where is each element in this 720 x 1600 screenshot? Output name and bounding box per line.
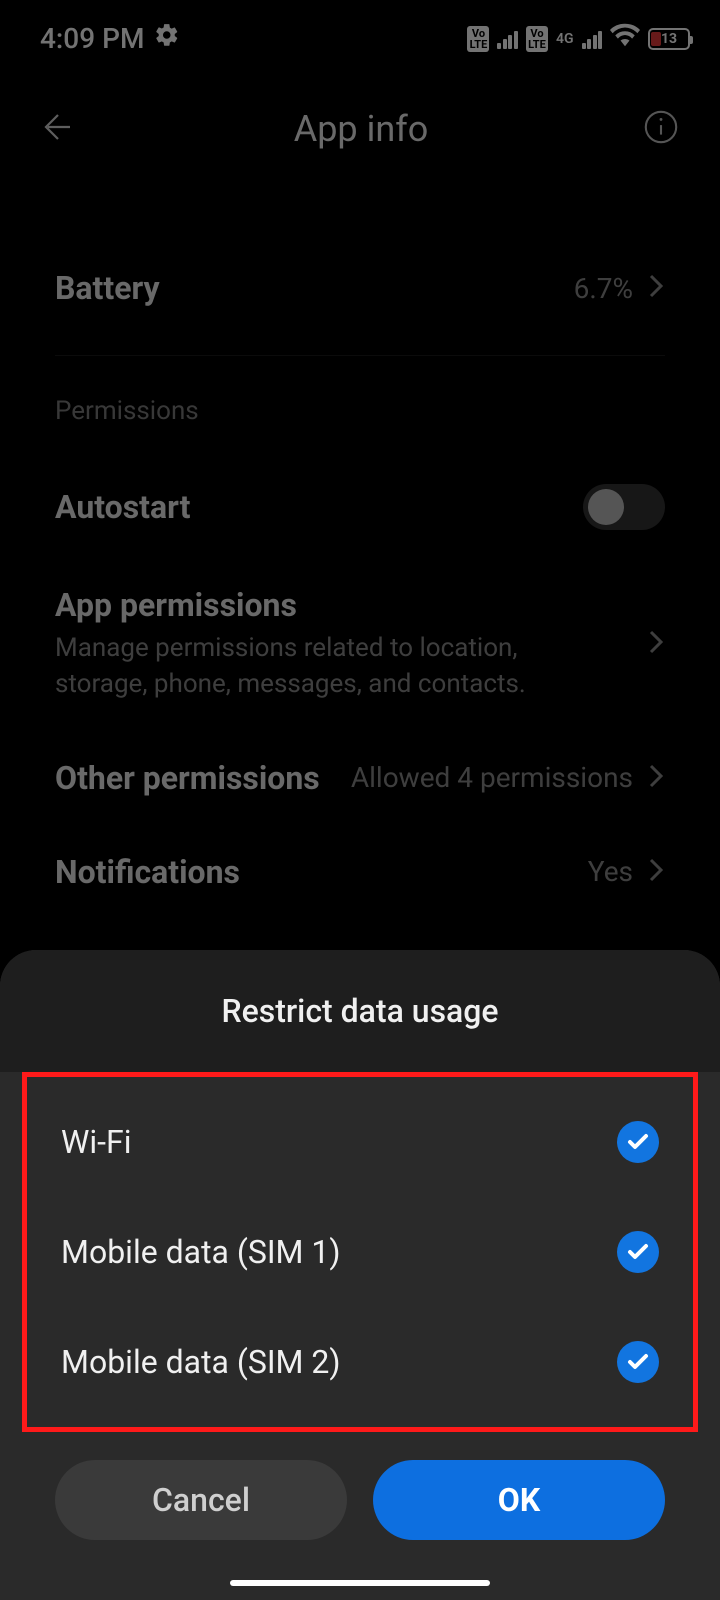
checkmark-icon <box>617 1341 659 1383</box>
autostart-toggle[interactable] <box>583 484 665 530</box>
restrict-data-dialog: Restrict data usage Wi-Fi Mobile data (S… <box>0 950 720 1600</box>
row-other-permissions-title: Other permissions <box>55 759 320 797</box>
chevron-right-icon <box>633 272 665 304</box>
volte-badge-2: VoLTE <box>526 26 548 52</box>
divider <box>55 355 665 356</box>
row-other-permissions[interactable]: Other permissions Allowed 4 permissions <box>55 731 665 825</box>
row-battery[interactable]: Battery 6.7% <box>55 241 665 335</box>
volte-badge-1: VoLTE <box>467 26 489 52</box>
chevron-right-icon <box>633 762 665 794</box>
settings-list: Battery 6.7% Permissions Autostart App p… <box>0 181 720 1051</box>
battery-icon: 13 <box>648 28 690 50</box>
row-app-permissions-title: App permissions <box>55 586 613 624</box>
option-wifi[interactable]: Wi-Fi <box>27 1087 693 1197</box>
wifi-icon <box>610 20 640 57</box>
gear-icon <box>154 22 180 55</box>
row-notifications-value: Yes <box>588 855 633 888</box>
row-app-permissions[interactable]: App permissions Manage permissions relat… <box>55 558 665 731</box>
dialog-buttons: Cancel OK <box>0 1432 720 1540</box>
row-notifications-title: Notifications <box>55 853 240 891</box>
status-right: VoLTE VoLTE 4G 13 <box>467 20 690 57</box>
chevron-right-icon <box>633 856 665 888</box>
row-autostart[interactable]: Autostart <box>55 456 665 558</box>
signal-icon-2 <box>582 29 603 49</box>
option-sim2-label: Mobile data (SIM 2) <box>61 1343 341 1381</box>
status-left: 4:09 PM <box>40 22 180 55</box>
status-bar: 4:09 PM VoLTE VoLTE 4G 13 <box>0 0 720 77</box>
signal-icon-1 <box>497 29 518 49</box>
option-wifi-label: Wi-Fi <box>61 1123 131 1161</box>
row-battery-title: Battery <box>55 269 160 307</box>
network-4g-label: 4G <box>556 31 574 47</box>
row-other-permissions-value: Allowed 4 permissions <box>351 761 633 794</box>
option-sim1-label: Mobile data (SIM 1) <box>61 1233 341 1271</box>
cancel-button[interactable]: Cancel <box>55 1460 347 1540</box>
home-indicator[interactable] <box>230 1580 490 1586</box>
row-battery-value: 6.7% <box>574 272 633 305</box>
section-permissions: Permissions <box>55 386 665 456</box>
row-autostart-title: Autostart <box>55 488 190 526</box>
ok-button[interactable]: OK <box>373 1460 665 1540</box>
dialog-title: Restrict data usage <box>0 950 720 1072</box>
dialog-options-highlight: Wi-Fi Mobile data (SIM 1) Mobile data (S… <box>22 1072 698 1432</box>
option-sim1[interactable]: Mobile data (SIM 1) <box>27 1197 693 1307</box>
back-button[interactable] <box>40 107 80 151</box>
checkmark-icon <box>617 1121 659 1163</box>
row-app-permissions-subtitle: Manage permissions related to location, … <box>55 630 613 703</box>
page-header: App info <box>0 77 720 181</box>
info-button[interactable] <box>642 108 680 150</box>
chevron-right-icon <box>633 628 665 660</box>
row-notifications[interactable]: Notifications Yes <box>55 825 665 919</box>
page-title: App info <box>294 108 429 150</box>
checkmark-icon <box>617 1231 659 1273</box>
option-sim2[interactable]: Mobile data (SIM 2) <box>27 1307 693 1417</box>
status-time: 4:09 PM <box>40 22 144 55</box>
